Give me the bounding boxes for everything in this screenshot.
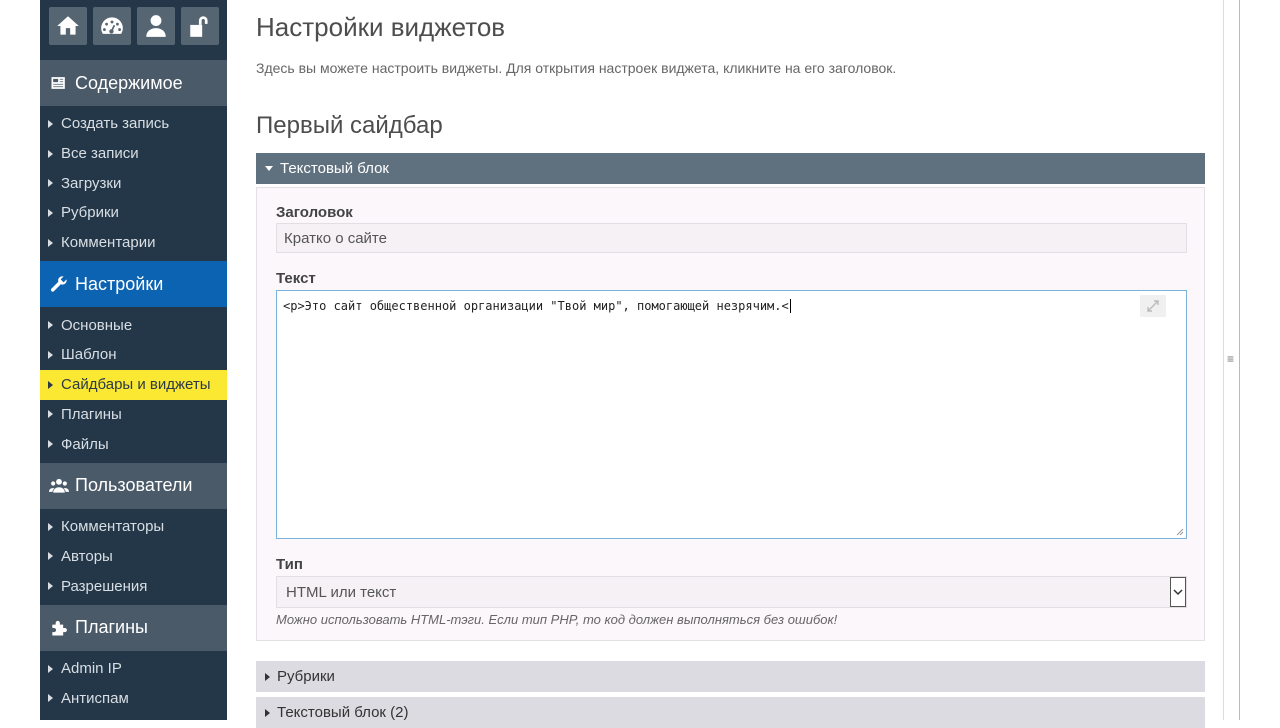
chevron-down-icon[interactable] bbox=[1170, 577, 1186, 607]
logout-button[interactable] bbox=[181, 7, 219, 45]
section-title: Настройки bbox=[75, 273, 164, 294]
home-button[interactable] bbox=[49, 7, 87, 45]
page-title: Настройки виджетов bbox=[256, 12, 506, 42]
sidebar-item-label: Комментаторы bbox=[61, 518, 165, 536]
page-description: Здесь вы можете настроить виджеты. Для о… bbox=[256, 60, 897, 76]
caret-right-icon bbox=[48, 410, 53, 419]
sidebar-item-comments[interactable]: Комментарии bbox=[40, 228, 227, 258]
caret-right-icon bbox=[48, 238, 53, 247]
section-title: Плагины bbox=[75, 617, 148, 638]
dashboard-icon bbox=[101, 17, 123, 34]
caret-right-icon bbox=[48, 119, 53, 128]
right-margin bbox=[1240, 0, 1280, 720]
caret-right-icon bbox=[48, 350, 53, 359]
sidebar-item-admin-ip[interactable]: Admin IP bbox=[40, 654, 227, 684]
section-title: Пользователи bbox=[75, 475, 193, 496]
dashboard-button[interactable] bbox=[93, 7, 131, 45]
sidebar-item-uploads[interactable]: Загрузки bbox=[40, 168, 227, 198]
sidebar-item-label: Сайдбары и виджеты bbox=[61, 376, 211, 394]
section-settings[interactable]: Настройки bbox=[40, 261, 227, 308]
sidebar-item-create-post[interactable]: Создать запись bbox=[40, 109, 227, 139]
type-select[interactable]: HTML или текст bbox=[276, 576, 1187, 608]
caret-down-icon bbox=[265, 166, 273, 171]
sidebar-item-sidebars-widgets[interactable]: Сайдбары и виджеты bbox=[40, 369, 227, 400]
caret-right-icon bbox=[48, 664, 53, 673]
sidebar-item-template[interactable]: Шаблон bbox=[40, 340, 227, 370]
type-label: Тип bbox=[276, 556, 303, 573]
sidebar-item-authors[interactable]: Авторы bbox=[40, 542, 227, 572]
section-users[interactable]: Пользователи bbox=[40, 462, 227, 509]
caret-right-icon bbox=[48, 582, 53, 591]
widget-header-label: Рубрики bbox=[277, 668, 335, 685]
title-input-value: Кратко о сайте bbox=[284, 229, 387, 247]
caret-right-icon bbox=[48, 321, 53, 330]
top-icon-bar bbox=[40, 0, 227, 50]
sidebar-item-label: Шаблон bbox=[61, 346, 117, 364]
user-icon bbox=[146, 15, 166, 37]
caret-right-icon bbox=[48, 380, 53, 389]
sidebar-item-all-posts[interactable]: Все записи bbox=[40, 139, 227, 169]
wrench-icon bbox=[50, 276, 67, 293]
expand-icon bbox=[1147, 300, 1159, 312]
sidebar-item-label: Admin IP bbox=[61, 660, 122, 678]
sidebar-item-label: Основные bbox=[61, 316, 133, 334]
sidebar-item-label: Плагины bbox=[61, 405, 122, 423]
text-editor[interactable]: <p>Это сайт общественной организации "Тв… bbox=[276, 290, 1187, 539]
sidebar-item-label: Все записи bbox=[61, 145, 139, 163]
widget-header-text-block-2[interactable]: Текстовый блок (2) bbox=[256, 697, 1205, 728]
home-icon bbox=[57, 16, 79, 35]
profile-button[interactable] bbox=[137, 7, 175, 45]
section-title: Содержимое bbox=[75, 72, 183, 93]
sidebar-item-label: Файлы bbox=[61, 435, 109, 453]
widget-header-label: Текстовый блок bbox=[280, 160, 389, 177]
caret-right-icon bbox=[48, 179, 53, 188]
sidebar-item-categories[interactable]: Рубрики bbox=[40, 198, 227, 228]
caret-right-icon bbox=[265, 672, 270, 681]
sidebar-item-commenters[interactable]: Комментаторы bbox=[40, 512, 227, 542]
title-label: Заголовок bbox=[276, 204, 353, 221]
widget-header-text-block[interactable]: Текстовый блок bbox=[256, 153, 1205, 184]
sidebar-item-label: Рубрики bbox=[61, 204, 119, 222]
unlock-icon bbox=[190, 16, 208, 37]
section-content[interactable]: Содержимое bbox=[40, 60, 227, 106]
sidebar-item-label: Авторы bbox=[61, 547, 113, 565]
drag-handle-icon[interactable]: ≡ bbox=[1227, 352, 1234, 366]
widget-header-categories[interactable]: Рубрики bbox=[256, 661, 1205, 692]
left-margin bbox=[0, 0, 40, 720]
sidebar-item-general[interactable]: Основные bbox=[40, 310, 227, 340]
widget-header-label: Текстовый блок (2) bbox=[277, 704, 409, 721]
text-editor-content: <p>Это сайт общественной организации "Тв… bbox=[283, 299, 789, 313]
newspaper-icon bbox=[51, 77, 65, 89]
caret-right-icon bbox=[48, 694, 53, 703]
sidebar-item-label: Создать запись bbox=[61, 115, 170, 133]
caret-right-icon bbox=[48, 522, 53, 531]
sidebar-item-label: Комментарии bbox=[61, 234, 156, 252]
caret-right-icon bbox=[48, 149, 53, 158]
admin-sidebar: Содержимое Создать запись Все записи Заг… bbox=[40, 0, 227, 720]
text-label: Текст bbox=[276, 270, 316, 287]
users-icon bbox=[49, 478, 69, 493]
sidebar-item-label: Разрешения bbox=[61, 577, 148, 595]
sidebar-item-antispam[interactable]: Антиспам bbox=[40, 684, 227, 714]
sidebar-item-permissions[interactable]: Разрешения bbox=[40, 571, 227, 601]
sidebar-item-label: Антиспам bbox=[61, 689, 129, 707]
sidebar-item-label: Загрузки bbox=[61, 174, 122, 192]
type-select-value: HTML или текст bbox=[286, 583, 397, 601]
sidebar-item-files[interactable]: Файлы bbox=[40, 429, 227, 459]
puzzle-icon bbox=[52, 620, 67, 636]
type-hint: Можно использовать HTML-тэги. Если тип P… bbox=[276, 612, 838, 627]
section-plugins[interactable]: Плагины bbox=[40, 604, 227, 651]
caret-right-icon bbox=[48, 552, 53, 561]
title-input[interactable]: Кратко о сайте bbox=[276, 223, 1187, 253]
resize-handle-icon[interactable] bbox=[1176, 528, 1184, 536]
caret-right-icon bbox=[48, 208, 53, 217]
caret-right-icon bbox=[265, 708, 270, 717]
widget-settings-panel: Заголовок Кратко о сайте Текст <p>Это са… bbox=[256, 187, 1205, 641]
sidebar-section-title: Первый сайдбар bbox=[256, 112, 443, 139]
sidebar-item-plugins[interactable]: Плагины bbox=[40, 400, 227, 430]
caret-right-icon bbox=[48, 440, 53, 449]
expand-editor-button[interactable] bbox=[1140, 295, 1166, 317]
